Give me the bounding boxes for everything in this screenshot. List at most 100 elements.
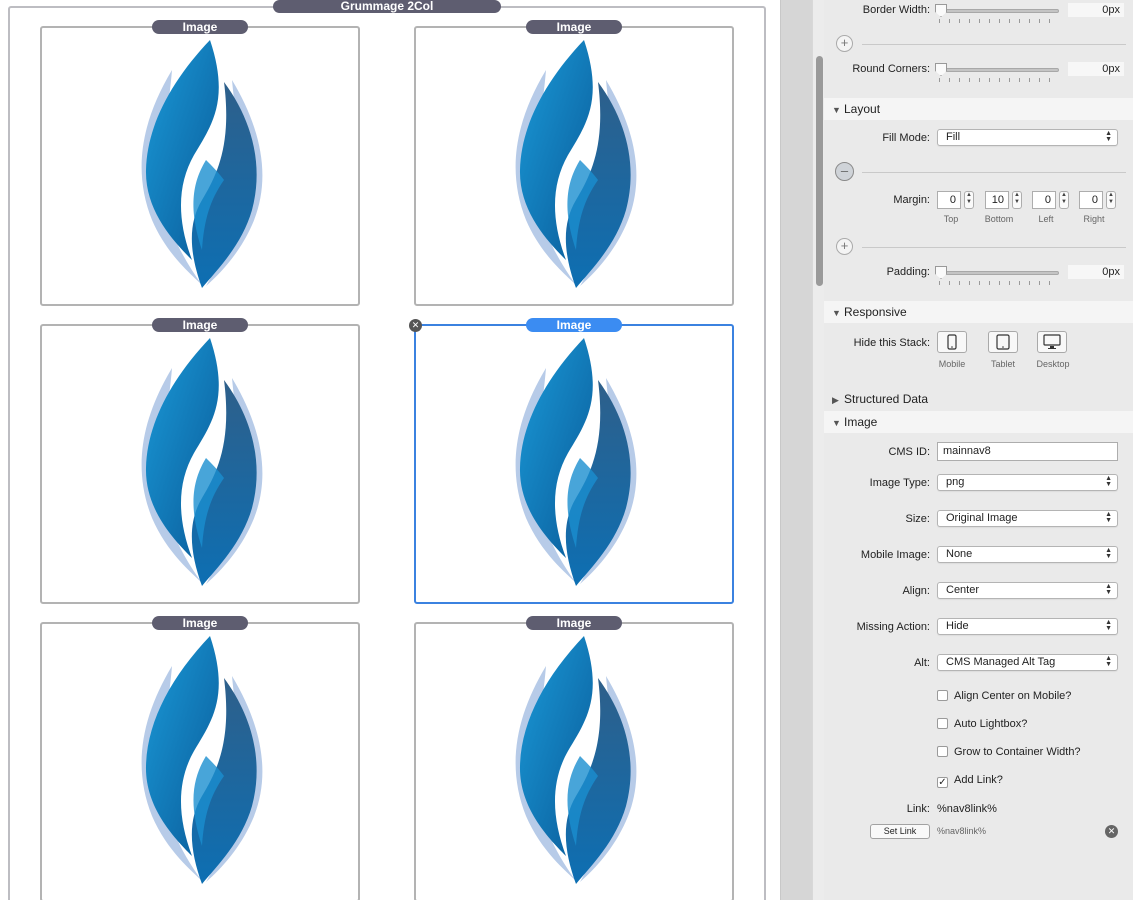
margin-top-stepper[interactable]: ▲ ▼ [964, 191, 974, 209]
image-tile[interactable] [414, 622, 734, 900]
inspector-scrollbar[interactable] [812, 0, 824, 900]
mobile-image-label: Mobile Image: [860, 549, 930, 561]
stack-canvas: Grummage 2Col Image Image Image Image ✕ … [0, 0, 780, 900]
disclosure-open-icon: ▼ [832, 418, 841, 428]
mobile-caption: Mobile [938, 359, 966, 369]
disclosure-open-icon: ▼ [832, 308, 841, 318]
align-center-mobile-checkbox[interactable]: Align Center on Mobile? [937, 690, 1071, 703]
image-type-label: Image Type: [869, 477, 930, 489]
checkbox-box[interactable] [937, 718, 948, 729]
image-tile-tab[interactable]: Image [526, 616, 622, 630]
checkbox-box[interactable] [937, 746, 948, 757]
size-select[interactable]: Original Image ▲ ▼ [937, 510, 1118, 527]
image-tile-tab-selected[interactable]: Image [526, 318, 622, 332]
border-width-label: Border Width: [862, 4, 930, 16]
margin-left-caption: Left [1038, 214, 1054, 224]
align-select[interactable]: Center ▲ ▼ [937, 582, 1118, 599]
scrollbar-thumb[interactable] [816, 56, 823, 286]
tablet-icon [996, 334, 1010, 350]
disclosure-open-icon: ▼ [832, 105, 841, 115]
collapse-margin-minus-icon[interactable]: – [835, 162, 854, 181]
margin-left-field[interactable]: 0 [1032, 191, 1056, 209]
image-tile[interactable] [40, 26, 360, 306]
hide-stack-label: Hide this Stack: [853, 337, 930, 349]
alt-select[interactable]: CMS Managed Alt Tag ▲ ▼ [937, 654, 1118, 671]
flame-logo-image [132, 40, 270, 288]
link-value: %nav8link% [937, 803, 997, 815]
checkmark-icon[interactable]: ✓ [937, 777, 948, 788]
select-arrows-icon: ▲ ▼ [1105, 547, 1112, 560]
image-tile-tab[interactable]: Image [152, 616, 248, 630]
select-arrows-icon: ▲ ▼ [1105, 655, 1112, 668]
auto-lightbox-checkbox[interactable]: Auto Lightbox? [937, 718, 1027, 731]
add-border-plus-icon[interactable]: + [836, 35, 853, 52]
hide-mobile-button[interactable] [937, 331, 967, 353]
flame-logo-image [506, 636, 644, 884]
hide-tablet-button[interactable] [988, 331, 1018, 353]
margin-label: Margin: [893, 194, 930, 206]
desktop-caption: Desktop [1036, 359, 1070, 369]
stack-title-tab[interactable]: Grummage 2Col [273, 0, 501, 13]
fill-mode-select[interactable]: Fill ▲ ▼ [937, 129, 1118, 146]
set-link-button[interactable]: Set Link [870, 824, 930, 839]
structured-data-section-header[interactable]: ▶ Structured Data [824, 388, 1133, 410]
image-tile-selected[interactable] [414, 324, 734, 604]
margin-top-caption: Top [943, 214, 959, 224]
select-arrows-icon: ▲ ▼ [1105, 583, 1112, 596]
disclosure-closed-icon: ▶ [832, 395, 839, 405]
margin-bottom-stepper[interactable]: ▲ ▼ [1012, 191, 1022, 209]
select-arrows-icon: ▲ ▼ [1105, 511, 1112, 524]
round-corners-label: Round Corners: [852, 63, 930, 75]
missing-action-select[interactable]: Hide ▲ ▼ [937, 618, 1118, 635]
flame-logo-image [506, 40, 644, 288]
image-tile-tab[interactable]: Image [152, 20, 248, 34]
checkbox-box[interactable] [937, 690, 948, 701]
select-arrows-icon: ▲ ▼ [1105, 475, 1112, 488]
alt-label: Alt: [914, 657, 930, 669]
margin-top-field[interactable]: 0 [937, 191, 961, 209]
size-label: Size: [905, 513, 930, 525]
round-corners-slider[interactable] [935, 61, 1059, 82]
image-type-select[interactable]: png ▲ ▼ [937, 474, 1118, 491]
align-label: Align: [902, 585, 930, 597]
margin-right-stepper[interactable]: ▲ ▼ [1106, 191, 1116, 209]
flame-logo-image [506, 338, 644, 586]
responsive-section-header[interactable]: ▼ Responsive [824, 301, 1133, 323]
padding-value[interactable]: 0px [1068, 265, 1124, 279]
image-tile[interactable] [414, 26, 734, 306]
tablet-caption: Tablet [990, 359, 1016, 369]
margin-left-stepper[interactable]: ▲ ▼ [1059, 191, 1069, 209]
add-link-checkbox[interactable]: ✓ Add Link? [937, 774, 1003, 788]
layout-section-header[interactable]: ▼ Layout [824, 98, 1133, 120]
border-width-value[interactable]: 0px [1068, 3, 1124, 17]
image-tile[interactable] [40, 622, 360, 900]
image-tile[interactable] [40, 324, 360, 604]
clear-link-icon[interactable]: ✕ [1105, 825, 1118, 838]
border-width-slider[interactable] [935, 2, 1059, 23]
link-label: Link: [906, 803, 930, 815]
hide-desktop-button[interactable] [1037, 331, 1067, 353]
padding-slider[interactable] [935, 264, 1059, 285]
flame-logo-image [132, 636, 270, 884]
round-corners-value[interactable]: 0px [1068, 62, 1124, 76]
add-padding-plus-icon[interactable]: + [836, 238, 853, 255]
image-tile-tab[interactable]: Image [152, 318, 248, 332]
delete-stack-icon[interactable]: ✕ [409, 319, 422, 332]
margin-bottom-field[interactable]: 10 [985, 191, 1009, 209]
inspector-panel: Border Width: 0px + Round Corners: 0px ▼… [824, 0, 1133, 900]
missing-action-label: Missing Action: [856, 621, 930, 633]
image-section-header[interactable]: ▼ Image [824, 411, 1133, 433]
select-arrows-icon: ▲ ▼ [1105, 130, 1112, 143]
cms-id-input[interactable]: mainnav8 [937, 442, 1118, 461]
cms-id-label: CMS ID: [888, 446, 930, 458]
flame-logo-image [132, 338, 270, 586]
mobile-icon [947, 334, 957, 350]
set-link-value: %nav8link% [937, 826, 987, 836]
split-gutter [780, 0, 824, 900]
margin-bottom-caption: Bottom [984, 214, 1014, 224]
grow-to-container-checkbox[interactable]: Grow to Container Width? [937, 746, 1081, 759]
image-tile-tab[interactable]: Image [526, 20, 622, 34]
padding-label: Padding: [886, 266, 930, 278]
margin-right-field[interactable]: 0 [1079, 191, 1103, 209]
mobile-image-select[interactable]: None ▲ ▼ [937, 546, 1118, 563]
